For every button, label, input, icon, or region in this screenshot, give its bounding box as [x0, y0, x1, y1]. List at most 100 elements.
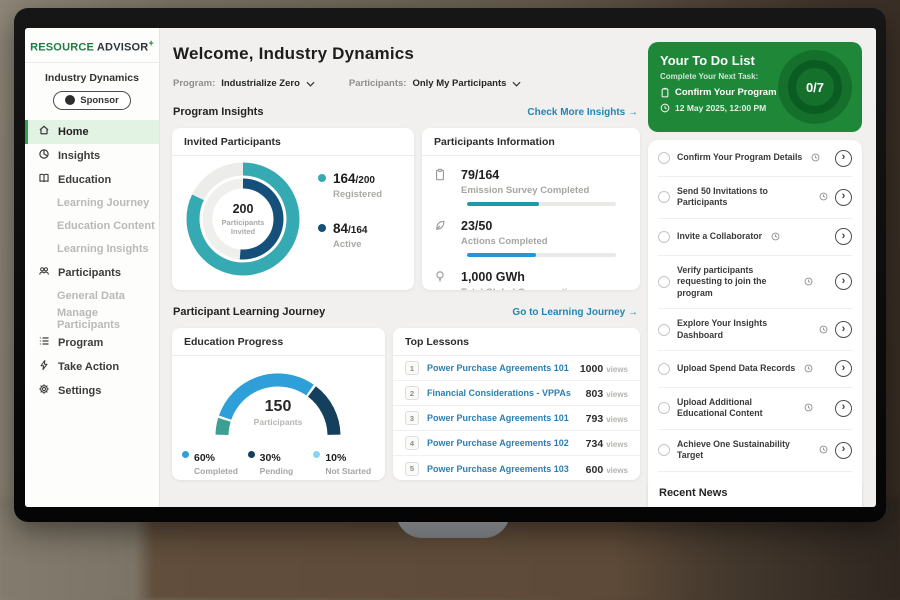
sidebar-item-settings[interactable]: Settings — [25, 379, 159, 403]
stat-emission-survey: 79/164Emission Survey Completed — [434, 166, 628, 206]
task-checkbox[interactable] — [658, 191, 670, 203]
task-checkbox[interactable] — [658, 276, 670, 288]
education-progress-card: Education Progress 150 Participants 60%C… — [172, 328, 385, 480]
sidebar-item-label: General Data — [57, 290, 125, 302]
lesson-views-suffix: views — [606, 440, 628, 449]
participants-filter-dropdown[interactable]: Participants: Only My Participants — [349, 78, 522, 89]
clipboard-icon — [660, 87, 670, 98]
task-open-chevron-button[interactable]: › — [835, 360, 852, 377]
active-dot-icon — [318, 224, 326, 232]
recent-news-title: Recent News — [659, 487, 851, 499]
actions-completed-progress-fill — [467, 253, 536, 257]
sidebar-item-education[interactable]: Education — [25, 168, 159, 192]
invited-participants-card: Invited Participants 200 — [172, 128, 414, 290]
lesson-title-link[interactable]: Power Purchase Agreements 101 — [427, 413, 578, 423]
task-row: Confirm Your Program Details › — [658, 140, 852, 177]
sidebar-item-insights[interactable]: Insights — [25, 144, 159, 168]
invited-total-label: Participants Invited — [214, 218, 272, 237]
program-filter-dropdown[interactable]: Program: Industrialize Zero — [173, 78, 315, 89]
stat-global-consumption: 1,000 GWh Total Global Consumption — [434, 268, 628, 290]
sidebar: RESOURCE ADVISOR+ Industry Dynamics Spon… — [25, 28, 160, 507]
brand-secondary: ADVISOR — [97, 42, 149, 54]
actions-completed-progressbar — [467, 253, 616, 257]
chevron-down-icon — [306, 81, 315, 87]
lesson-views: 803 — [586, 388, 604, 400]
lesson-title-link[interactable]: Power Purchase Agreements 103 — [427, 464, 578, 474]
gauge-label: Participants — [198, 417, 358, 427]
check-more-insights-link[interactable]: Check More Insights → — [527, 107, 638, 118]
task-open-chevron-button[interactable]: › — [835, 442, 852, 459]
task-row: Send 50 Invitations to Participants › — [658, 177, 852, 219]
task-open-chevron-button[interactable]: › — [835, 273, 852, 290]
task-checkbox[interactable] — [658, 363, 670, 375]
emission-survey-label: Emission Survey Completed — [461, 185, 589, 196]
dashboard-screen: RESOURCE ADVISOR+ Industry Dynamics Spon… — [25, 28, 876, 507]
sidebar-item-label: Take Action — [58, 361, 119, 373]
global-consumption-label: Total Global Consumption — [461, 287, 579, 290]
task-row: Verify participants requesting to join t… — [658, 256, 852, 309]
sidebar-item-manage-participants[interactable]: Manage Participants — [25, 308, 159, 331]
gauge-legend: 60%Completed 30%Pending 10%Not Started — [182, 448, 379, 476]
task-checkbox[interactable] — [658, 402, 670, 414]
page-title: Welcome, Industry Dynamics — [173, 44, 414, 64]
task-row: Explore Your Insights Dashboard › — [658, 309, 852, 351]
lesson-title-link[interactable]: Power Purchase Agreements 101 — [427, 363, 572, 373]
todo-progress-count: 0/7 — [806, 80, 824, 95]
task-open-chevron-button[interactable]: › — [835, 400, 852, 417]
task-label: Upload Spend Data Records — [677, 363, 795, 374]
arrow-right-icon: → — [628, 107, 638, 118]
lesson-rank: 2 — [405, 386, 419, 400]
sidebar-item-take-action[interactable]: Take Action — [25, 355, 159, 379]
stat-actions-completed: 23/50Actions Completed — [434, 217, 628, 257]
sidebar-item-home[interactable]: Home — [25, 120, 159, 144]
clock-icon — [771, 228, 780, 246]
sidebar-item-program[interactable]: Program — [25, 331, 159, 355]
sidebar-nav: Home Insights Education Learning Journey… — [25, 120, 159, 403]
insights-icon — [38, 148, 50, 163]
sidebar-item-label: Education Content — [57, 220, 155, 232]
sidebar-item-general-data[interactable]: General Data — [25, 285, 159, 308]
task-checkbox[interactable] — [658, 444, 670, 456]
task-open-chevron-button[interactable]: › — [835, 228, 852, 245]
lesson-views: 734 — [586, 438, 604, 450]
program-filter-value: Industrialize Zero — [221, 78, 300, 89]
recent-news-card: Recent News — [648, 478, 862, 507]
program-insights-title: Program Insights — [173, 106, 263, 118]
actions-completed-value: 23/50 — [461, 219, 492, 233]
task-open-chevron-button[interactable]: › — [835, 189, 852, 206]
sidebar-item-participants[interactable]: Participants — [25, 261, 159, 285]
clock-icon — [804, 399, 813, 417]
task-checkbox[interactable] — [658, 152, 670, 164]
sidebar-item-label: Home — [58, 126, 89, 138]
take-action-icon — [38, 359, 50, 374]
lesson-row: 3 Power Purchase Agreements 101 793views — [393, 406, 640, 431]
go-to-learning-journey-label: Go to Learning Journey — [512, 307, 625, 318]
participants-filter-label: Participants: — [349, 78, 407, 89]
sponsor-badge-label: Sponsor — [80, 95, 119, 106]
not-started-label: Not Started — [325, 466, 371, 476]
task-checkbox[interactable] — [658, 324, 670, 336]
task-open-chevron-button[interactable]: › — [835, 321, 852, 338]
task-label: Upload Additional Educational Content — [677, 397, 795, 420]
sidebar-item-education-content[interactable]: Education Content — [25, 215, 159, 238]
task-open-chevron-button[interactable]: › — [835, 150, 852, 167]
legend-item-completed: 60%Completed — [182, 448, 248, 476]
task-row: Upload Additional Educational Content › — [658, 388, 852, 430]
emission-survey-progress-fill — [467, 202, 539, 206]
brand-primary: RESOURCE — [30, 42, 94, 54]
pending-dot-icon — [248, 451, 255, 458]
global-consumption-value: 1,000 GWh — [461, 270, 525, 284]
brand-logo[interactable]: RESOURCE ADVISOR+ — [25, 28, 159, 63]
lesson-title-link[interactable]: Power Purchase Agreements 102 — [427, 438, 578, 448]
sidebar-item-learning-journey[interactable]: Learning Journey — [25, 192, 159, 215]
todo-progress-circle: 0/7 — [778, 50, 852, 124]
bulb-icon — [434, 268, 452, 290]
go-to-learning-journey-link[interactable]: Go to Learning Journey → — [512, 307, 638, 318]
main-content: Welcome, Industry Dynamics Program: Indu… — [160, 28, 648, 507]
lesson-row: 1 Power Purchase Agreements 101 1000view… — [393, 356, 640, 381]
lesson-views-suffix: views — [606, 390, 628, 399]
lesson-title-link[interactable]: Financial Considerations - VPPAs — [427, 388, 578, 398]
sidebar-item-learning-insights[interactable]: Learning Insights — [25, 238, 159, 261]
task-checkbox[interactable] — [658, 231, 670, 243]
gauge-value: 150 — [198, 398, 358, 416]
